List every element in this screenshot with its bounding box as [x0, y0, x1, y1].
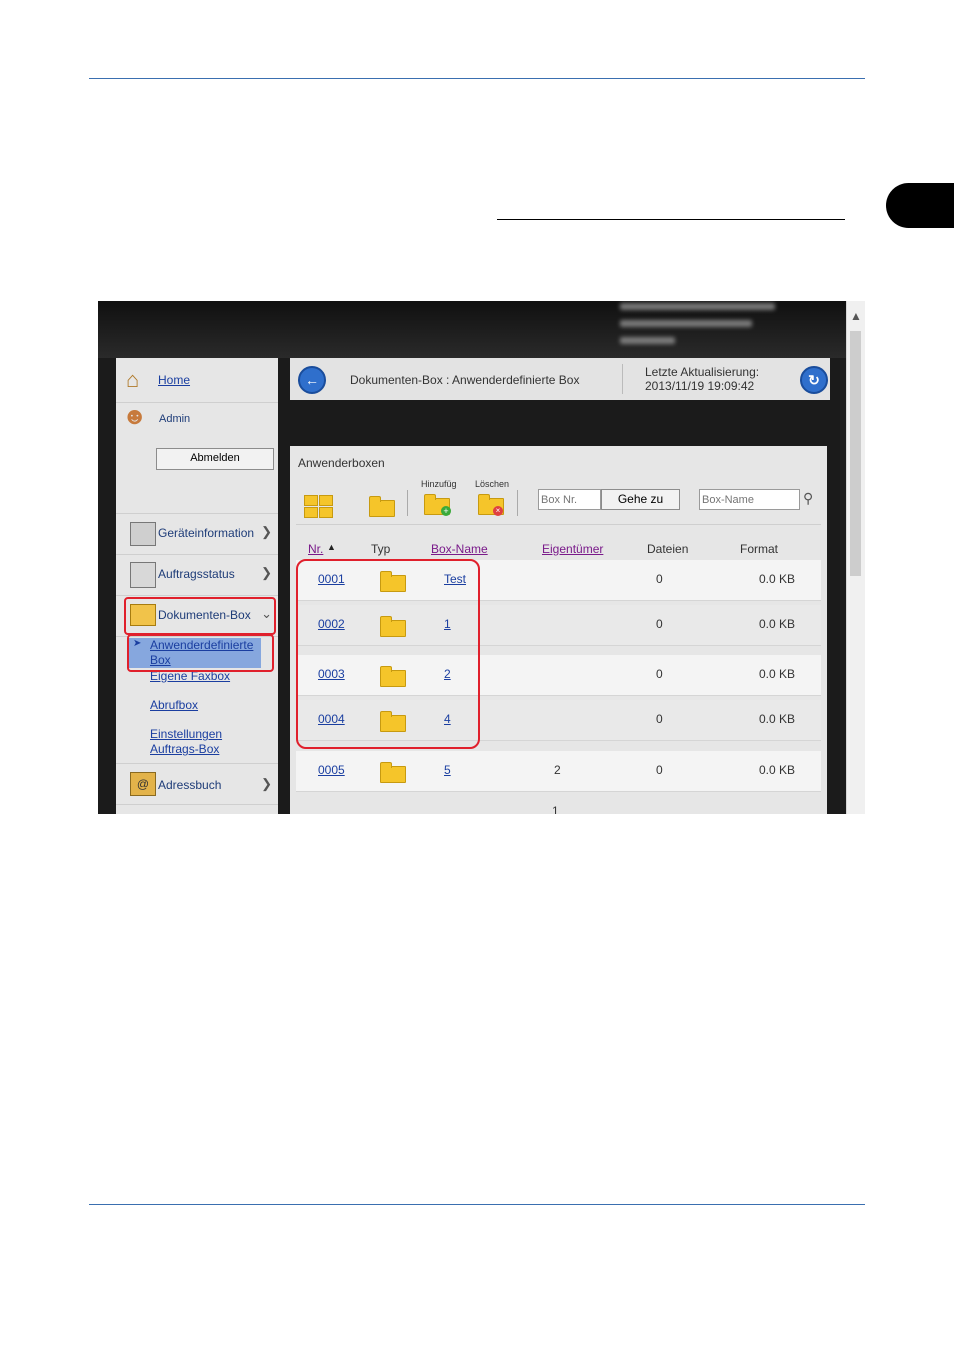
highlight-document-box [124, 597, 276, 635]
row-files: 0 [656, 712, 663, 726]
row-files: 0 [656, 763, 663, 777]
row-name[interactable]: 5 [444, 763, 451, 777]
sidebar-user: ☻ Admin Abmelden [116, 403, 278, 514]
row-owner: 2 [554, 763, 561, 777]
chevron-right-icon: ❯ [261, 565, 272, 580]
page-header: ← Dokumenten-Box : Anwenderdefinierte Bo… [290, 358, 830, 400]
sidebar-item-device-info[interactable]: Geräteinformation ❯ [116, 514, 278, 555]
bottom-rule [89, 1204, 865, 1205]
user-icon: ☻ [122, 403, 148, 430]
folder-icon [380, 762, 406, 783]
delete-badge-icon: × [493, 506, 503, 516]
row-format: 0.0 KB [759, 712, 796, 726]
table-row[interactable]: 0005 5 2 0 0.0 KB [296, 751, 821, 792]
sort-asc-icon: ▲ [327, 542, 336, 552]
view-toggle-icon[interactable] [304, 495, 333, 518]
user-name: Admin [159, 413, 191, 425]
col-owner[interactable]: Eigentümer [542, 542, 603, 556]
home-link[interactable]: Home [158, 373, 190, 387]
last-update-value: 2013/11/19 19:09:42 [645, 379, 755, 393]
row-format: 0.0 KB [759, 763, 796, 777]
sidebar-item-label: Adressbuch [158, 778, 222, 792]
add-badge-icon: + [441, 506, 451, 516]
submenu-job-box-settings[interactable]: Einstellungen [150, 727, 222, 741]
box-list-panel: Anwenderboxen Hinzufüg + Löschen × Gehe … [290, 446, 827, 814]
page-number[interactable]: 1 [552, 804, 559, 814]
sidebar-item-job-status[interactable]: Auftragsstatus ❯ [116, 555, 278, 596]
row-format: 0.0 KB [759, 617, 796, 631]
toolbar-divider [517, 490, 518, 516]
device-info-blurred [620, 337, 675, 344]
highlight-box-rows [296, 559, 480, 749]
row-format: 0.0 KB [759, 572, 796, 586]
box-name-input[interactable] [699, 489, 800, 510]
address-book-icon: @ [130, 772, 156, 796]
job-status-icon [130, 562, 156, 588]
chevron-right-icon: ❯ [261, 776, 272, 791]
search-icon[interactable]: ⚲ [803, 490, 813, 507]
add-label: Hinzufüg [421, 479, 457, 489]
top-rule [89, 78, 865, 79]
col-type: Typ [371, 542, 391, 556]
scroll-thumb[interactable] [850, 331, 861, 576]
delete-label: Löschen [475, 479, 510, 489]
chapter-tab [886, 183, 954, 228]
row-format: 0.0 KB [759, 667, 796, 681]
sidebar-item-label: Geräteinformation [158, 526, 255, 540]
table-header-rule [296, 524, 821, 525]
col-nr[interactable]: Nr. [308, 542, 323, 556]
owner-folder-icon[interactable] [369, 496, 395, 517]
chevron-right-icon: ❯ [261, 524, 272, 539]
sidebar: ⌂ Home ☻ Admin Abmelden Geräteinformatio… [116, 358, 278, 814]
toolbar-divider [407, 490, 408, 516]
col-box-name[interactable]: Box-Name [431, 542, 488, 556]
row-files: 0 [656, 572, 663, 586]
top-banner [98, 301, 865, 358]
header-divider [622, 364, 623, 394]
row-nr[interactable]: 0005 [318, 763, 345, 777]
row-files: 0 [656, 617, 663, 631]
go-button[interactable]: Gehe zu [601, 489, 680, 510]
device-info-blurred [620, 320, 752, 327]
col-files: Dateien [647, 542, 689, 556]
home-icon: ⌂ [126, 367, 140, 392]
device-info-blurred [620, 303, 775, 310]
col-format: Format [740, 542, 779, 556]
back-icon[interactable]: ← [298, 366, 326, 394]
box-nr-input[interactable] [538, 489, 601, 510]
underline-rule [497, 219, 845, 220]
refresh-icon[interactable]: ↻ [800, 366, 828, 394]
browser-screenshot: ▲ ⌂ Home ☻ Admin Abmelden Geräteinformat… [98, 301, 865, 814]
submenu-job-box-settings-l2[interactable]: Auftrags-Box [150, 742, 219, 756]
panel-title: Anwenderboxen [298, 456, 385, 470]
row-files: 0 [656, 667, 663, 681]
highlight-custom-box [127, 634, 274, 672]
device-info-icon [130, 522, 156, 546]
sidebar-item-label: Auftragsstatus [158, 567, 235, 581]
logout-button[interactable]: Abmelden [156, 448, 274, 470]
sidebar-home[interactable]: ⌂ Home [116, 358, 278, 403]
last-update-label: Letzte Aktualisierung: [645, 365, 760, 379]
vertical-scrollbar[interactable]: ▲ [846, 301, 865, 814]
sidebar-item-address-book[interactable]: @ Adressbuch ❯ [116, 763, 278, 805]
submenu-polling-box[interactable]: Abrufbox [150, 698, 198, 712]
scroll-up-icon[interactable]: ▲ [850, 310, 862, 322]
breadcrumb: Dokumenten-Box : Anwenderdefinierte Box [350, 373, 580, 387]
